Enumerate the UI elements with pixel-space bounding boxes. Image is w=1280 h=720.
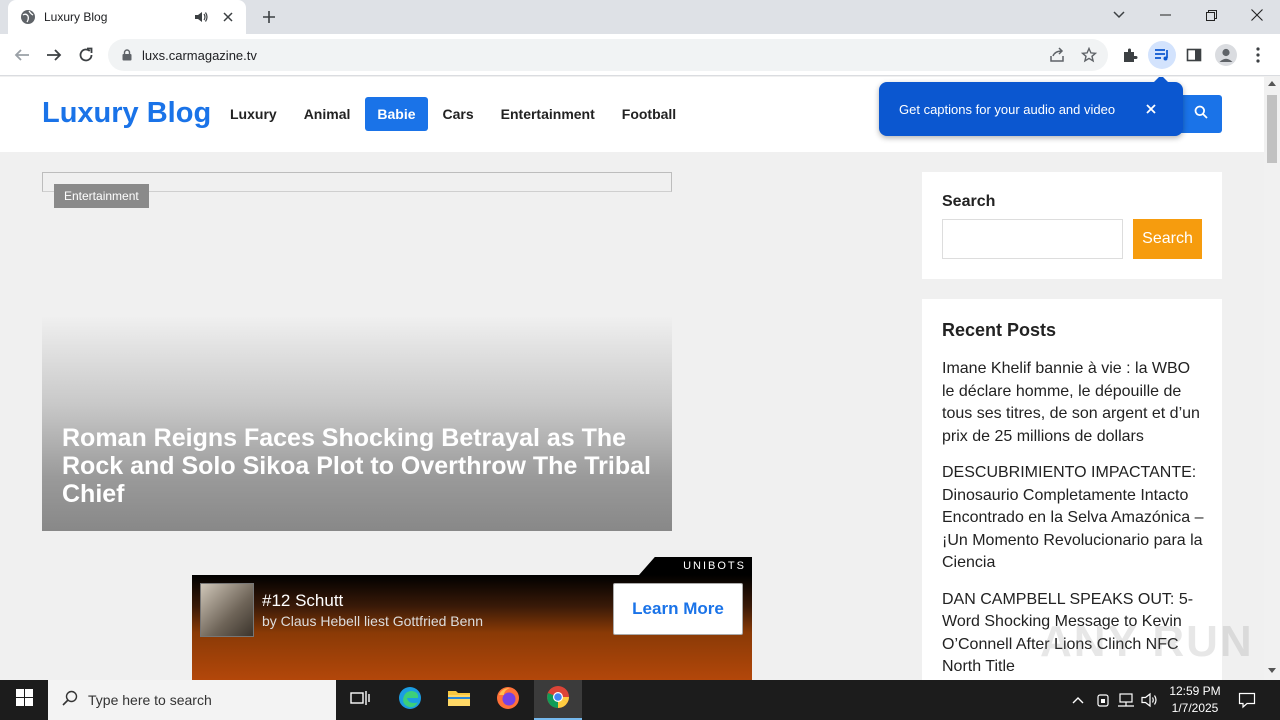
taskbar-search-placeholder: Type here to search xyxy=(88,692,212,708)
media-controls-icon[interactable] xyxy=(1148,41,1176,69)
forward-button[interactable] xyxy=(42,43,66,67)
header-search-button[interactable] xyxy=(1180,95,1222,133)
search-widget-label: Search xyxy=(942,193,996,210)
task-view-button[interactable] xyxy=(336,680,384,720)
side-panel-icon[interactable] xyxy=(1182,43,1206,67)
nav-item-entertainment[interactable]: Entertainment xyxy=(489,97,607,131)
extensions-puzzle-icon[interactable] xyxy=(1118,43,1142,67)
ad-subtitle: by Claus Hebell liest Gottfried Benn xyxy=(262,613,483,629)
ad-body[interactable]: #12 Schutt by Claus Hebell liest Gottfri… xyxy=(192,575,752,680)
address-bar[interactable]: luxs.carmagazine.tv xyxy=(108,39,1108,71)
edge-browser-icon xyxy=(398,686,422,715)
taskbar-search-box[interactable]: Type here to search xyxy=(48,680,336,720)
recent-post-link[interactable]: Imane Khelif bannie à vie : la WBO le dé… xyxy=(942,358,1204,448)
nav-item-cars[interactable]: Cars xyxy=(431,97,486,131)
category-badge[interactable]: Entertainment xyxy=(54,184,149,208)
nav-item-football[interactable]: Football xyxy=(610,97,688,131)
network-icon[interactable] xyxy=(1116,690,1136,710)
menu-kebab-icon[interactable] xyxy=(1246,43,1270,67)
windows-taskbar: Type here to search 12:59 PM 1/7/2025 xyxy=(0,680,1280,720)
ad-brand-label: UNIBOTS xyxy=(639,557,752,575)
task-view-icon xyxy=(350,689,370,712)
firefox-icon xyxy=(496,686,520,715)
close-icon[interactable] xyxy=(220,9,236,25)
recent-post-link[interactable]: DESCUBRIMIENTO IMPACTANTE: Dinosaurio Co… xyxy=(942,462,1204,575)
profile-avatar-icon[interactable] xyxy=(1214,43,1238,67)
back-button[interactable] xyxy=(10,43,34,67)
ad-banner[interactable]: UNIBOTS #12 Schutt by Claus Hebell liest… xyxy=(192,557,752,680)
share-icon[interactable] xyxy=(1048,46,1066,64)
featured-article-title[interactable]: Roman Reigns Faces Shocking Betrayal as … xyxy=(62,424,662,508)
restore-button[interactable] xyxy=(1188,0,1234,30)
site-header: Luxury Blog Luxury Animal Babie Cars Ent… xyxy=(0,77,1264,152)
anyrun-watermark: ANY RUN xyxy=(1040,617,1254,666)
scroll-down-arrow-icon[interactable] xyxy=(1268,668,1276,673)
globe-icon xyxy=(20,9,36,25)
nav-item-animal[interactable]: Animal xyxy=(292,97,363,131)
page-scrollbar[interactable] xyxy=(1264,77,1280,680)
taskbar-app-chrome[interactable] xyxy=(534,680,582,720)
taskbar-app-file-explorer[interactable] xyxy=(435,680,483,720)
search-icon xyxy=(1194,105,1208,124)
nav-item-luxury[interactable]: Luxury xyxy=(218,97,289,131)
windows-logo-icon xyxy=(15,689,33,711)
page-viewport: Luxury Blog Luxury Animal Babie Cars Ent… xyxy=(0,77,1264,680)
featured-article[interactable]: Entertainment Roman Reigns Faces Shockin… xyxy=(42,172,672,531)
url-text: luxs.carmagazine.tv xyxy=(142,47,257,63)
chrome-icon xyxy=(546,685,570,714)
show-hidden-icons-chevron-up-icon[interactable] xyxy=(1068,690,1088,710)
learn-more-button[interactable]: Learn More xyxy=(613,583,743,635)
tab-search-chevron-down-icon[interactable] xyxy=(1096,0,1142,30)
taskbar-app-firefox[interactable] xyxy=(484,680,532,720)
folder-icon xyxy=(447,688,471,713)
browser-tab[interactable]: Luxury Blog xyxy=(8,0,246,34)
clock-time: 12:59 PM xyxy=(1169,684,1221,698)
site-logo[interactable]: Luxury Blog xyxy=(42,97,211,130)
lock-icon[interactable] xyxy=(120,48,134,62)
nav-item-babie[interactable]: Babie xyxy=(365,97,428,131)
recent-posts-heading: Recent Posts xyxy=(942,320,1057,340)
tab-title: Luxury Blog xyxy=(44,10,108,24)
sidebar-search-input[interactable] xyxy=(942,219,1123,259)
close-icon[interactable] xyxy=(1143,101,1159,117)
sidebar-search-button[interactable]: Search xyxy=(1133,219,1202,259)
notifications-icon[interactable] xyxy=(1237,690,1257,710)
reload-button[interactable] xyxy=(74,43,98,67)
minimize-button[interactable] xyxy=(1142,0,1188,30)
taskbar-app-edge[interactable] xyxy=(386,680,434,720)
captions-promo-popup: Get captions for your audio and video xyxy=(879,77,1183,136)
ad-title: #12 Schutt xyxy=(262,591,344,610)
window-close-button[interactable] xyxy=(1234,0,1280,30)
clock-date: 1/7/2025 xyxy=(1171,701,1219,715)
scroll-thumb[interactable] xyxy=(1267,95,1277,163)
speaker-icon[interactable] xyxy=(194,9,210,25)
main-nav: Luxury Animal Babie Cars Entertainment F… xyxy=(218,97,691,131)
bookmark-star-icon[interactable] xyxy=(1080,46,1098,64)
sidebar-search-widget: Search Search xyxy=(922,172,1222,279)
search-icon xyxy=(62,690,78,711)
captions-promo-text: Get captions for your audio and video xyxy=(899,101,1116,117)
volume-icon[interactable] xyxy=(1140,690,1160,710)
tab-strip: Luxury Blog xyxy=(0,0,1280,34)
security-tray-icon[interactable] xyxy=(1093,690,1113,710)
scroll-up-arrow-icon[interactable] xyxy=(1268,81,1276,86)
system-clock[interactable]: 12:59 PM 1/7/2025 xyxy=(1164,683,1226,717)
new-tab-button[interactable] xyxy=(258,7,280,27)
start-button[interactable] xyxy=(0,680,48,720)
browser-toolbar: luxs.carmagazine.tv xyxy=(0,34,1280,76)
ad-thumbnail-image xyxy=(200,583,254,637)
